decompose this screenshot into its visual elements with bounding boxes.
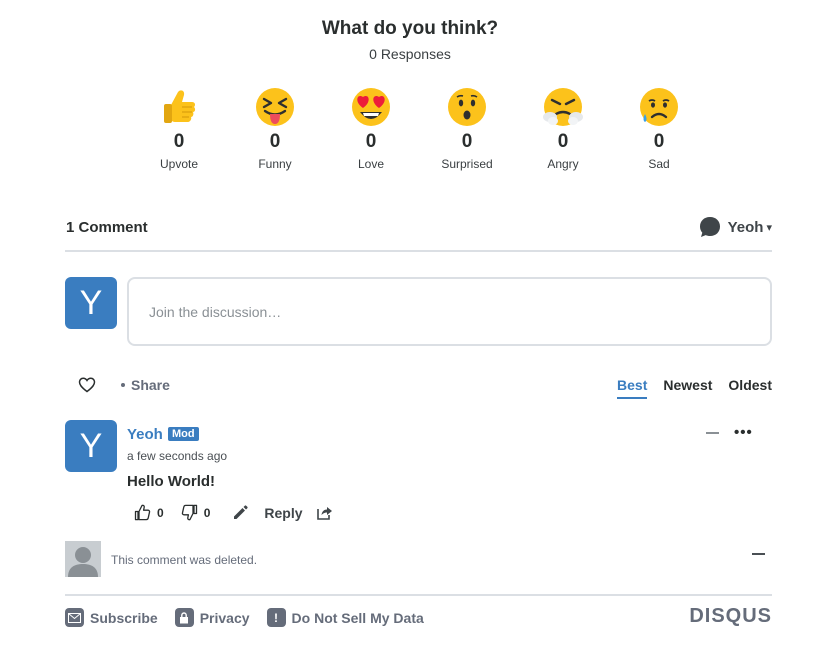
squinting-tongue-emoji-icon [256, 88, 294, 126]
upvote-button[interactable]: 0 [134, 504, 164, 521]
heart-eyes-emoji-icon [352, 88, 390, 126]
downvote-count: 0 [203, 505, 211, 520]
collapse-icon[interactable] [706, 432, 719, 434]
sort-tab-oldest[interactable]: Oldest [728, 377, 772, 399]
reactions-title: What do you think? [321, 18, 499, 39]
angry-steam-emoji-icon [543, 88, 583, 126]
sad-tear-emoji-icon [640, 88, 678, 126]
chevron-down-icon: ▾ [766, 221, 772, 234]
reaction-label: Funny [258, 157, 292, 171]
footer: Subscribe Privacy ! Do Not Sell My Data … [65, 594, 772, 634]
reaction-upvote[interactable]: 0 Upvote [131, 86, 227, 171]
comment-actions: 0 0 Reply [134, 504, 333, 521]
avatar-letter: Y [79, 283, 103, 322]
reply-button[interactable]: Reply [264, 505, 302, 521]
mod-badge: Mod [168, 427, 199, 441]
reaction-count: 0 [557, 131, 569, 152]
deleted-comment-text: This comment was deleted. [111, 553, 258, 567]
sort-tabs: Best Newest Oldest [601, 377, 772, 399]
disqus-logo[interactable]: DISQUS [689, 605, 772, 628]
astonished-emoji-icon [448, 88, 486, 126]
reaction-label: Sad [648, 157, 670, 171]
subscribe-link[interactable]: Subscribe [65, 608, 158, 627]
reaction-label: Love [357, 157, 385, 171]
composer-avatar[interactable]: Y [65, 277, 117, 329]
responses-count: 0 Responses [369, 46, 451, 62]
sort-tab-best[interactable]: Best [617, 377, 648, 399]
reaction-count: 0 [173, 131, 185, 152]
do-not-sell-label: Do Not Sell My Data [291, 609, 424, 626]
lock-icon [174, 608, 194, 627]
reaction-label: Surprised [441, 157, 493, 171]
reaction-count: 0 [269, 131, 281, 152]
thumbs-down-icon [181, 504, 197, 521]
do-not-sell-link[interactable]: ! Do Not Sell My Data [266, 608, 424, 627]
envelope-icon [65, 608, 84, 627]
collapse-icon[interactable] [752, 553, 765, 555]
thumbs-up-icon [134, 504, 151, 521]
reaction-label: Angry [547, 157, 579, 171]
reaction-label: Upvote [159, 157, 199, 171]
more-options-icon[interactable]: ••• [734, 424, 753, 441]
comments-header: 1 Comment Yeoh ▾ [65, 214, 772, 252]
edit-pencil-icon[interactable] [232, 504, 249, 521]
downvote-button[interactable]: 0 [181, 504, 211, 521]
reactions-bar: 0 Upvote 0 Funny 0 Love 0 Surprised 0 An… [131, 86, 707, 171]
upvote-count: 0 [157, 505, 164, 520]
chat-bubble-icon [699, 217, 720, 237]
user-menu[interactable]: Yeoh ▾ [699, 216, 772, 238]
user-silhouette-icon [68, 547, 98, 577]
exclamation-icon: ! [266, 608, 286, 627]
reaction-count: 0 [653, 131, 665, 152]
subscribe-label: Subscribe [90, 609, 158, 626]
thumbs-up-emoji-icon [164, 90, 196, 123]
privacy-link[interactable]: Privacy [174, 608, 250, 627]
sort-tab-newest[interactable]: Newest [663, 377, 712, 399]
discussion-input[interactable] [127, 277, 772, 346]
reaction-count: 0 [461, 131, 473, 152]
comment-body: Hello World! [127, 473, 216, 490]
comment-author[interactable]: Yeoh [127, 426, 163, 443]
share-arrow-icon[interactable] [316, 504, 333, 521]
deleted-user-avatar [65, 541, 101, 577]
share-button[interactable]: Share [121, 377, 170, 393]
comment-avatar[interactable]: Y [65, 420, 117, 472]
reaction-sad[interactable]: 0 Sad [611, 86, 707, 171]
comment-count: 1 Comment [66, 219, 148, 236]
reaction-funny[interactable]: 0 Funny [227, 86, 323, 171]
reaction-angry[interactable]: 0 Angry [515, 86, 611, 171]
reaction-count: 0 [365, 131, 377, 152]
privacy-label: Privacy [199, 609, 250, 626]
bullet-icon [121, 383, 125, 388]
reaction-surprised[interactable]: 0 Surprised [419, 86, 515, 171]
heart-icon[interactable] [78, 376, 96, 394]
user-menu-name: Yeoh [727, 218, 764, 236]
reaction-love[interactable]: 0 Love [323, 86, 419, 171]
comment-timestamp[interactable]: a few seconds ago [127, 449, 227, 463]
avatar-letter: Y [79, 426, 103, 465]
share-label: Share [131, 377, 170, 393]
